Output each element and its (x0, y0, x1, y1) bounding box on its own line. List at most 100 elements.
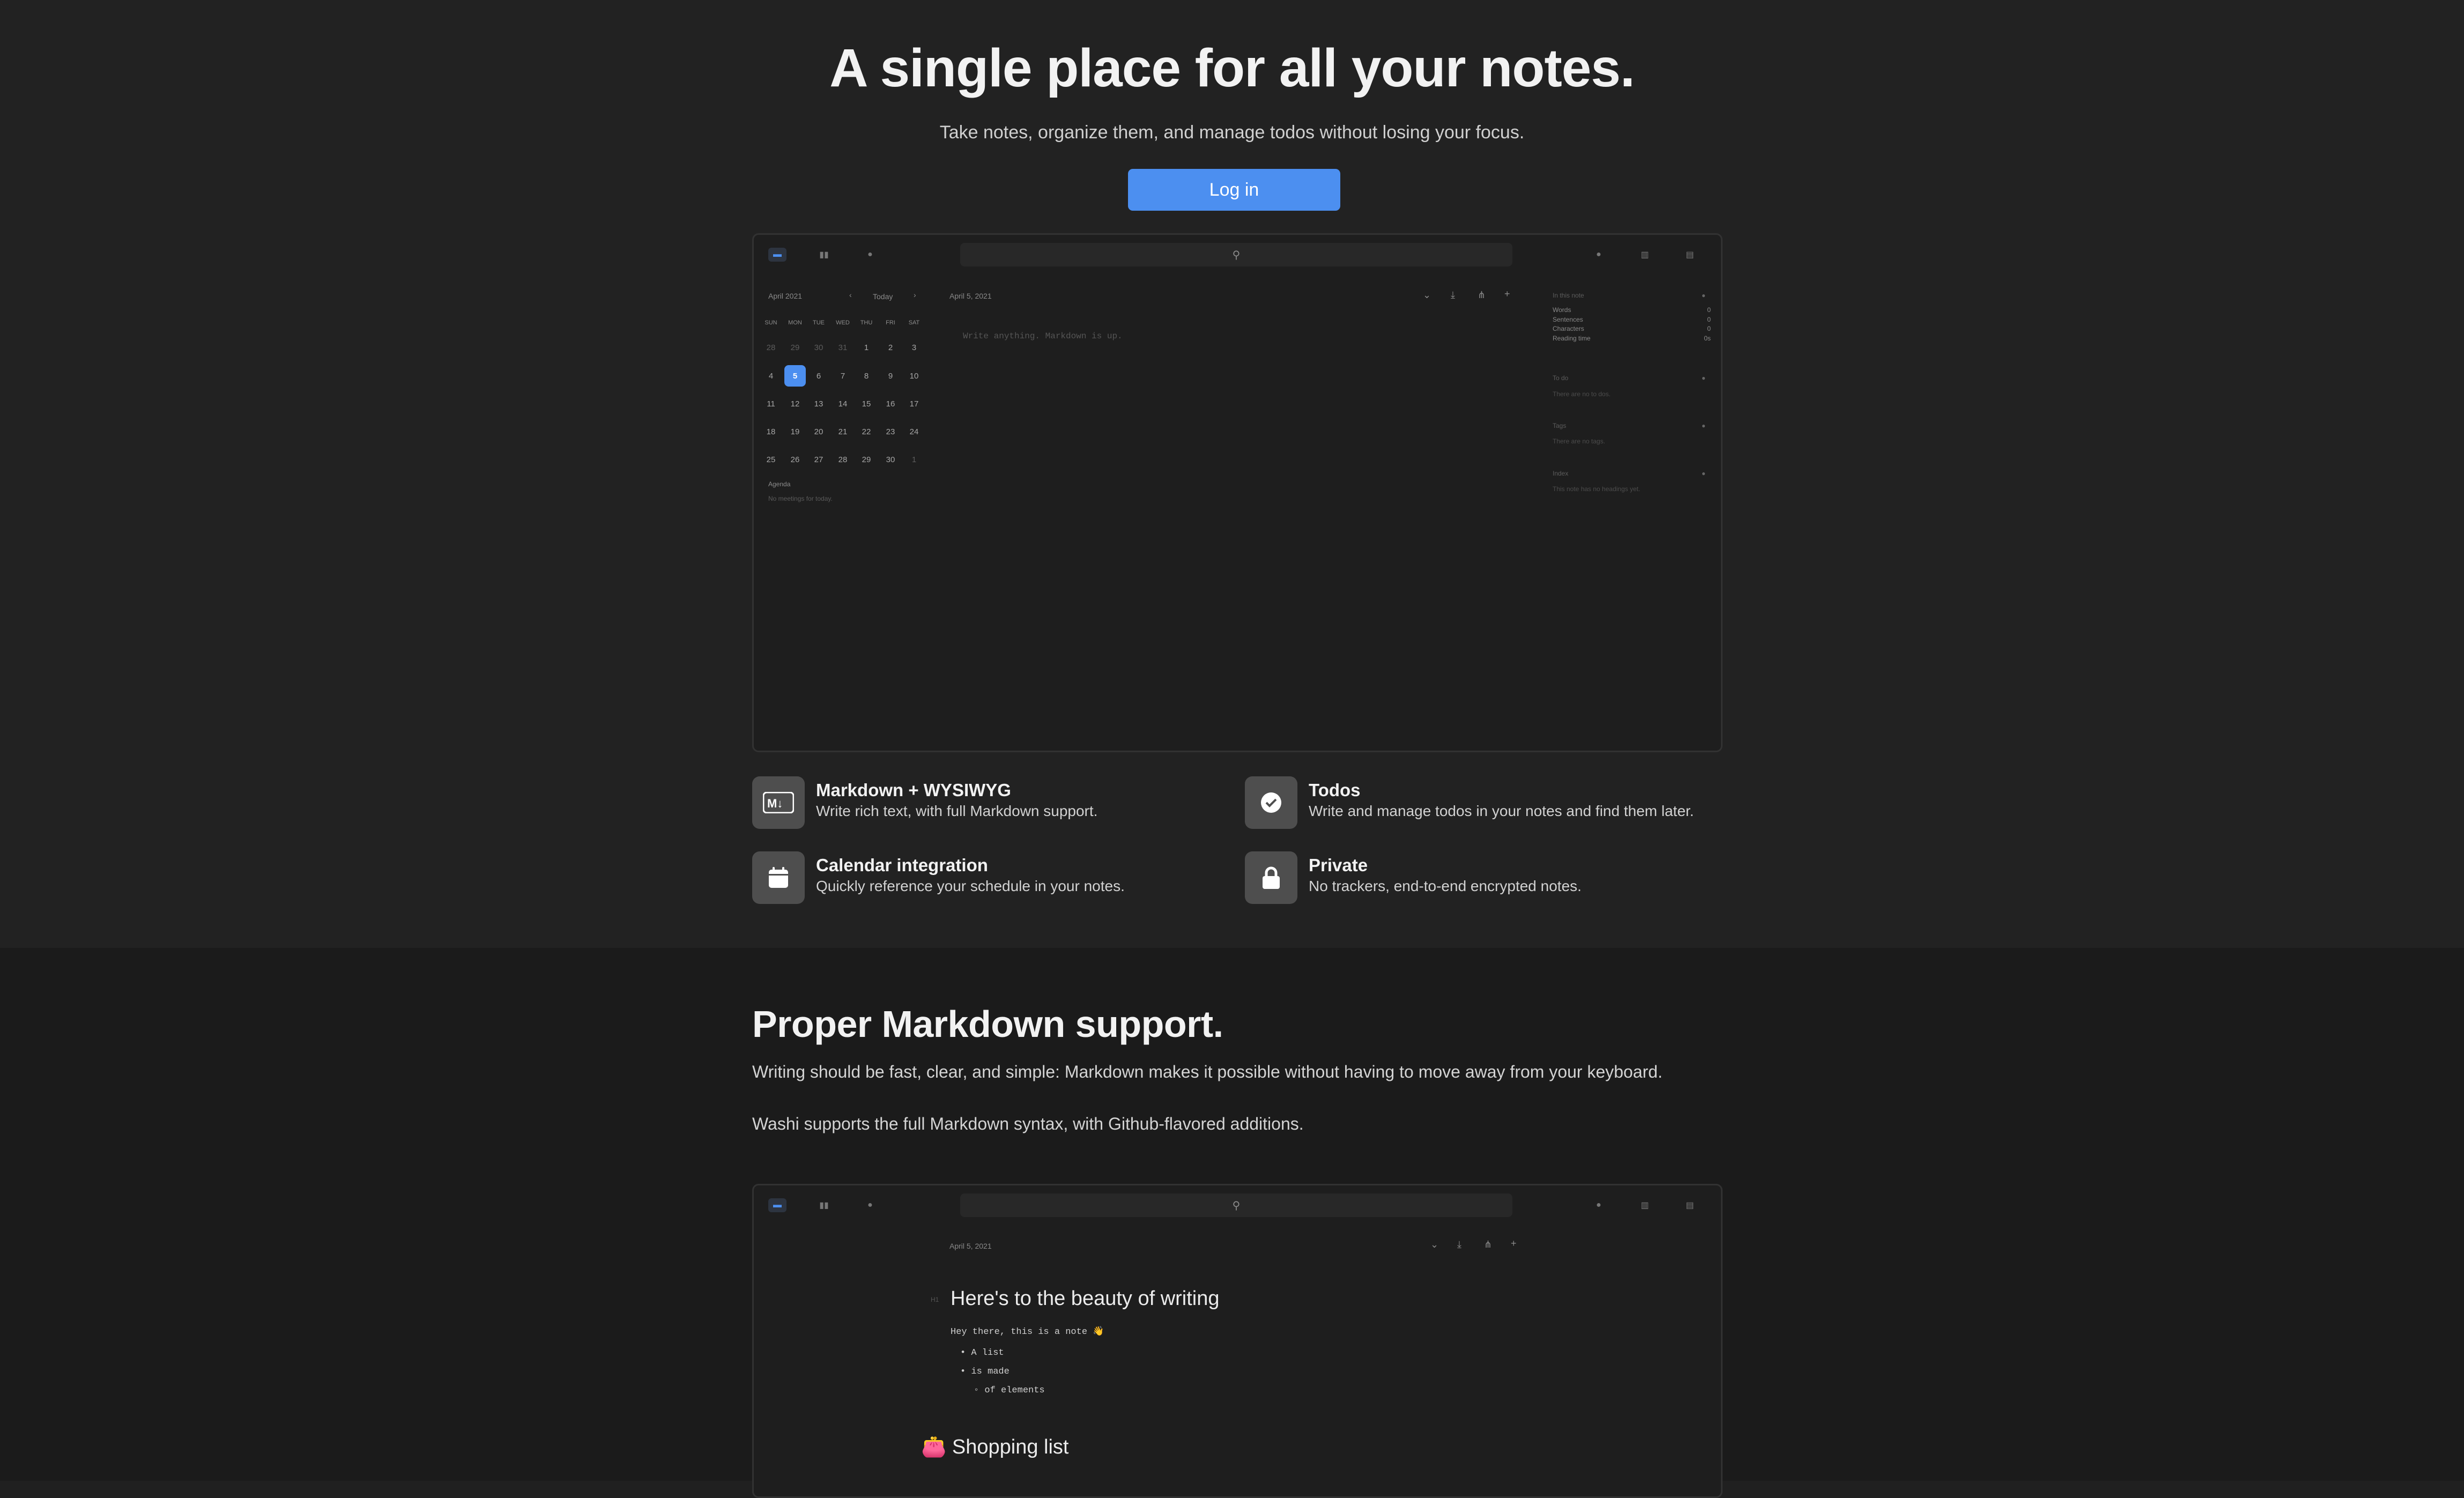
share-icon[interactable]: ⋔ (1478, 290, 1486, 301)
weekday-label: THU (860, 320, 873, 326)
todo-title: To do (1553, 374, 1569, 382)
calendar-day[interactable]: 30 (880, 449, 901, 470)
book-icon[interactable]: ▮▮ (815, 1198, 833, 1212)
list-item[interactable]: • A list (960, 1348, 1004, 1358)
calendar-day[interactable]: 17 (903, 393, 925, 414)
calendar-day[interactable]: 19 (784, 421, 806, 442)
book-icon[interactable]: ▮▮ (815, 248, 833, 262)
calendar-day[interactable]: 10 (903, 365, 925, 387)
section-paragraph: Writing should be fast, clear, and simpl… (752, 1062, 1663, 1081)
svg-text:M↓: M↓ (767, 797, 783, 810)
next-month-icon[interactable]: › (914, 291, 916, 299)
list-item-text: of elements (984, 1385, 1045, 1396)
section-title: Proper Markdown support. (752, 1003, 1223, 1045)
search-bar[interactable]: ⚲ (960, 1193, 1512, 1217)
calendar-day[interactable]: 31 (832, 337, 854, 358)
notes-icon[interactable]: ▤ (1681, 1198, 1699, 1212)
calendar-day[interactable]: 9 (880, 365, 901, 387)
calendar-day[interactable]: 27 (808, 449, 829, 470)
calendar-view-icon[interactable]: ▬ (768, 248, 786, 262)
tags-toggle-icon[interactable]: ● (1702, 422, 1705, 429)
app-preview-markdown: ▬ ▮▮ ● ⚲ ● ▥ ▤ April 5, 2021 ⌄ ⤓ ⋔ + H1 … (752, 1184, 1723, 1498)
hero-subtitle: Take notes, organize them, and manage to… (939, 122, 1525, 143)
calendar-view-icon[interactable]: ▬ (768, 1198, 786, 1212)
note-line[interactable]: Hey there, this is a note 👋 (951, 1326, 1104, 1337)
stats-title: In this note (1553, 292, 1584, 299)
todo-toggle-icon[interactable]: ● (1702, 374, 1705, 382)
calendar-day[interactable]: 3 (903, 337, 925, 358)
search-bar[interactable]: ⚲ (960, 243, 1512, 266)
calendar-day[interactable]: 23 (880, 421, 901, 442)
login-button[interactable]: Log in (1128, 169, 1340, 211)
stat-label: Sentences (1553, 316, 1583, 323)
stat-value: 0 (1707, 325, 1711, 332)
calendar-day[interactable]: 25 (760, 449, 782, 470)
stat-label: Reading time (1553, 335, 1591, 342)
download-icon[interactable]: ⤓ (1451, 290, 1455, 301)
list-item[interactable]: • is made (960, 1367, 1010, 1377)
calendar-day[interactable]: 5 (784, 365, 806, 387)
calendar-day[interactable]: 21 (832, 421, 854, 442)
prev-month-icon[interactable]: ‹ (849, 291, 852, 299)
collapse-icon[interactable]: ⌄ (1423, 290, 1431, 301)
markdown-icon: M↓ (752, 776, 805, 829)
stats-toggle-icon[interactable]: ● (1702, 292, 1705, 299)
calendar-day[interactable]: 26 (784, 449, 806, 470)
calendar-day[interactable]: 24 (903, 421, 925, 442)
search-icon: ⚲ (1232, 249, 1241, 261)
stat-value: 0 (1707, 306, 1711, 314)
calendar-day[interactable]: 28 (760, 337, 782, 358)
calendar-day[interactable]: 15 (856, 393, 877, 414)
calendar-day[interactable]: 14 (832, 393, 854, 414)
agenda-title: Agenda (768, 480, 791, 488)
note-heading[interactable]: Here's to the beauty of writing (951, 1287, 1220, 1310)
calendar-day[interactable]: 28 (832, 449, 854, 470)
todo-check-icon[interactable]: ● (861, 248, 879, 262)
shopping-heading[interactable]: 👛 Shopping list (921, 1435, 1068, 1459)
feature-title: Calendar integration (816, 855, 988, 875)
calendar-day[interactable]: 6 (808, 365, 829, 387)
today-button[interactable]: Today (873, 292, 893, 301)
todo-empty: There are no to dos. (1553, 390, 1611, 398)
calendar-day[interactable]: 18 (760, 421, 782, 442)
add-icon[interactable]: + (1504, 288, 1510, 300)
index-title: Index (1553, 470, 1569, 477)
note-date: April 5, 2021 (949, 292, 992, 300)
collapse-icon[interactable]: ⌄ (1430, 1239, 1438, 1250)
heading-marker: H1 (931, 1296, 939, 1303)
trash-icon[interactable]: ▥ (1636, 248, 1654, 262)
calendar-day[interactable]: 7 (832, 365, 854, 387)
calendar-day[interactable]: 22 (856, 421, 877, 442)
trash-icon[interactable]: ▥ (1636, 1198, 1654, 1212)
section-paragraph: Washi supports the full Markdown syntax,… (752, 1114, 1304, 1133)
list-item[interactable]: ◦ of elements (974, 1385, 1045, 1396)
tags-title: Tags (1553, 422, 1567, 429)
help-icon[interactable]: ● (1590, 248, 1608, 262)
calendar-day[interactable]: 29 (784, 337, 806, 358)
calendar-day[interactable]: 13 (808, 393, 829, 414)
calendar-day[interactable]: 4 (760, 365, 782, 387)
calendar-day[interactable]: 16 (880, 393, 901, 414)
editor-placeholder[interactable]: Write anything. Markdown is up. (963, 331, 1123, 341)
calendar-icon (752, 851, 805, 904)
agenda-empty: No meetings for today. (768, 495, 833, 502)
calendar-day[interactable]: 29 (856, 449, 877, 470)
share-icon[interactable]: ⋔ (1484, 1239, 1492, 1250)
calendar-day[interactable]: 11 (760, 393, 782, 414)
calendar-day[interactable]: 1 (856, 337, 877, 358)
todo-check-icon[interactable]: ● (861, 1198, 879, 1212)
feature-desc: Write and manage todos in your notes and… (1309, 803, 1694, 819)
stat-label: Words (1553, 306, 1571, 314)
add-icon[interactable]: + (1511, 1238, 1517, 1249)
calendar-day[interactable]: 2 (880, 337, 901, 358)
notes-icon[interactable]: ▤ (1681, 248, 1699, 262)
help-icon[interactable]: ● (1590, 1198, 1608, 1212)
calendar-day[interactable]: 20 (808, 421, 829, 442)
calendar-day[interactable]: 8 (856, 365, 877, 387)
calendar-day[interactable]: 1 (903, 449, 925, 470)
calendar-day[interactable]: 30 (808, 337, 829, 358)
tags-empty: There are no tags. (1553, 437, 1606, 445)
calendar-day[interactable]: 12 (784, 393, 806, 414)
download-icon[interactable]: ⤓ (1457, 1239, 1461, 1250)
index-toggle-icon[interactable]: ● (1702, 470, 1705, 477)
